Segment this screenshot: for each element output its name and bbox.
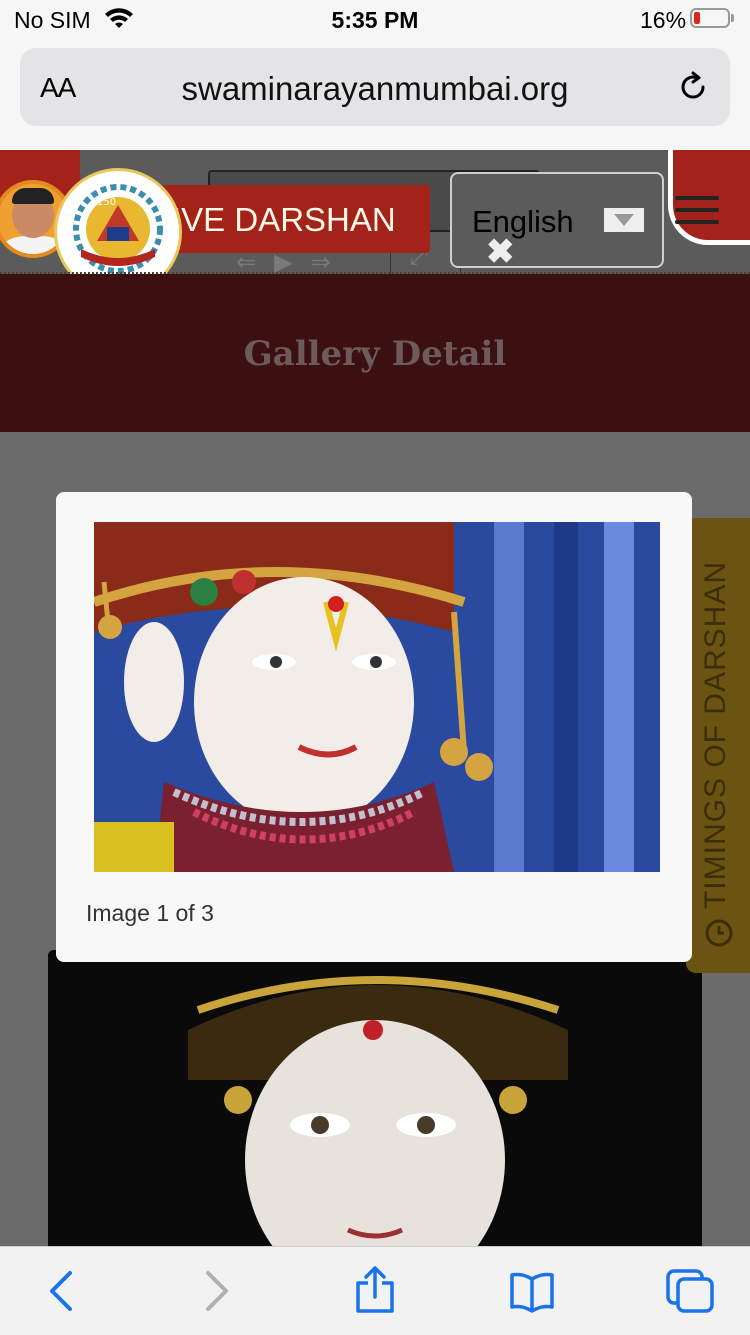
gallery-image-2[interactable] xyxy=(48,950,702,1260)
live-darshan-label: IVE DARSHAN xyxy=(172,201,396,238)
page-title: Gallery Detail xyxy=(243,334,507,374)
timings-label: TIMINGS OF DARSHAN xyxy=(699,561,732,910)
reload-icon[interactable] xyxy=(676,70,710,109)
hamburger-icon[interactable] xyxy=(675,196,719,232)
browser-chrome: AA swaminarayanmumbai.org xyxy=(0,42,750,150)
url-text[interactable]: swaminarayanmumbai.org xyxy=(20,70,730,108)
share-icon[interactable] xyxy=(354,1265,396,1320)
chevron-down-icon xyxy=(604,208,644,232)
live-darshan-button[interactable]: IVE DARSHAN xyxy=(158,185,430,253)
address-bar[interactable]: AA swaminarayanmumbai.org xyxy=(20,48,730,126)
back-icon[interactable] xyxy=(44,1269,78,1318)
battery-cap xyxy=(731,14,734,22)
status-bar: No SIM 5:35 PM 16% xyxy=(0,0,750,42)
clock-icon xyxy=(705,919,733,947)
page-title-band: Gallery Detail xyxy=(0,274,750,432)
battery-percent: 16% xyxy=(640,7,687,33)
language-select[interactable]: English ✖ xyxy=(450,172,664,271)
battery-icon xyxy=(690,8,730,28)
gallery-image-1[interactable] xyxy=(94,522,660,872)
close-icon[interactable]: ✖ xyxy=(486,232,515,272)
forward-icon[interactable] xyxy=(200,1269,234,1318)
lightbox[interactable]: Image 1 of 3 xyxy=(56,492,692,962)
tabs-icon[interactable] xyxy=(664,1267,716,1320)
bookmarks-icon[interactable] xyxy=(508,1269,556,1318)
clock-time: 5:35 PM xyxy=(331,7,419,33)
browser-toolbar xyxy=(0,1246,750,1335)
image-caption: Image 1 of 3 xyxy=(86,900,214,926)
timings-side-tab[interactable]: TIMINGS OF DARSHAN xyxy=(686,518,750,973)
svg-text:150: 150 xyxy=(97,197,116,208)
